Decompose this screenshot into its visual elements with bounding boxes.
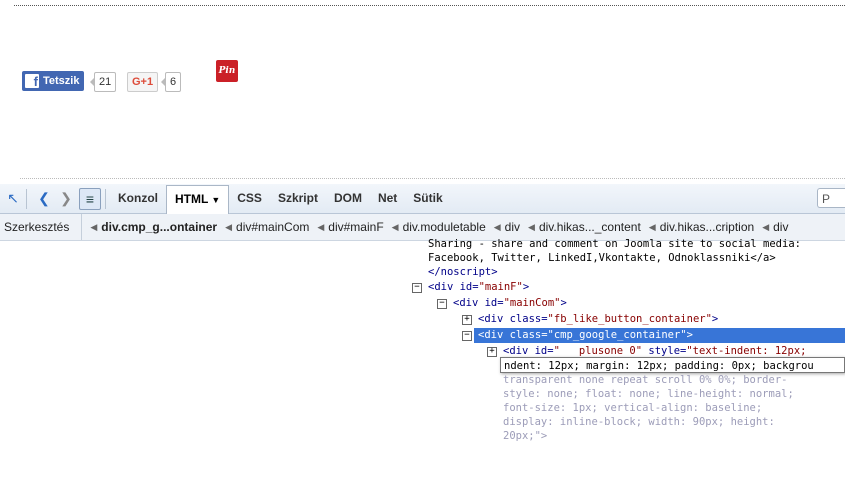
tab-dom[interactable]: DOM: [326, 185, 370, 212]
breadcrumb-item-current[interactable]: div.cmp_g...ontainer: [101, 214, 217, 240]
tab-html[interactable]: HTML ▼: [166, 184, 230, 214]
attr-name: class=: [509, 313, 548, 325]
facebook-like-label: Tetszik: [43, 75, 80, 87]
tag-close: >: [522, 281, 530, 293]
edit-button[interactable]: Szerkesztés: [0, 214, 83, 240]
chevron-down-icon: ▼: [211, 194, 221, 205]
search-icon: P: [822, 192, 831, 206]
expand-icon[interactable]: +: [487, 347, 497, 357]
attr-name: id=: [534, 345, 554, 357]
style-tooltip: ndent: 12px; margin: 12px; padding: 0px;…: [500, 357, 845, 373]
chevron-left-icon: ◀: [90, 221, 98, 232]
attr-value: "mainCom": [503, 297, 561, 309]
expand-icon[interactable]: +: [462, 315, 472, 325]
code-line: display: inline-block; width: 90px; heig…: [503, 416, 775, 428]
collapse-icon[interactable]: −: [437, 299, 447, 309]
pinterest-pin-button[interactable]: Pin it: [216, 60, 238, 82]
tab-html-label: HTML: [175, 191, 209, 206]
tab-script[interactable]: Szkript: [270, 185, 326, 212]
collapse-icon[interactable]: −: [462, 331, 472, 341]
chevron-left-icon: ◀: [225, 221, 233, 232]
page-text-cutoff: [20, 178, 845, 179]
code-line: style: none; float: none; line-height: n…: [503, 388, 794, 400]
inspect-icon[interactable]: ↖: [4, 190, 22, 208]
tab-net[interactable]: Net: [370, 185, 405, 212]
devtools-search-input[interactable]: P: [817, 188, 845, 208]
command-editor-icon[interactable]: ≡: [79, 187, 101, 210]
tab-css[interactable]: CSS: [229, 185, 270, 212]
attr-value: "mainF": [478, 281, 523, 293]
tab-console[interactable]: Konzol: [110, 185, 166, 212]
html-tree-panel: Sharing - share and comment on Joomla si…: [0, 238, 845, 479]
attr-value: "text-indent: 12px;: [686, 345, 807, 357]
node-mainCom[interactable]: <div id="mainCom">: [453, 296, 567, 310]
chevron-left-icon: ◀: [648, 221, 656, 232]
node-cmp-google-container: <div class="cmp_google_container">: [478, 329, 693, 341]
toolbar-separator: [105, 188, 106, 209]
attr-name: style=: [642, 345, 687, 357]
tag-open: <div: [503, 345, 535, 357]
tag-close: >: [711, 313, 719, 325]
tag-open: <div: [428, 281, 460, 293]
tab-cookies[interactable]: Sütik: [405, 185, 450, 212]
node-fb-like-container[interactable]: <div class="fb_like_button_container">: [478, 312, 718, 326]
attr-value: "fb_like_button_container": [547, 313, 712, 325]
google-plus-count: 6: [160, 72, 182, 92]
code-line: font-size: 1px; vertical-align: baseline…: [503, 402, 763, 414]
chevron-left-icon: ◀: [317, 221, 325, 232]
selected-node-row[interactable]: <div class="cmp_google_container">: [474, 328, 845, 343]
node-plusone[interactable]: <div id=" plusone 0" style="text-indent:…: [503, 344, 806, 358]
attr-name: id=: [484, 297, 504, 309]
code-line: 20px;">: [503, 430, 548, 442]
code-line: </noscript>: [428, 266, 498, 278]
forward-arrow-icon[interactable]: ❯: [57, 190, 75, 208]
node-mainF[interactable]: <div id="mainF">: [428, 280, 529, 294]
chevron-left-icon: ◀: [391, 221, 399, 232]
tag-open: <div: [478, 313, 510, 325]
chevron-left-icon: ◀: [762, 221, 770, 232]
facebook-icon: f: [25, 74, 39, 88]
toolbar-separator: [26, 188, 27, 209]
chevron-left-icon: ◀: [528, 221, 535, 232]
facebook-like-count: 21: [89, 72, 117, 92]
page-divider: [14, 5, 845, 6]
chevron-left-icon: ◀: [493, 221, 501, 232]
breadcrumb-item[interactable]: div#mainF: [328, 214, 383, 240]
code-line: Facebook, Twitter, LinkedI,Vkontakte, Od…: [428, 252, 776, 264]
back-arrow-icon[interactable]: ❮: [35, 190, 53, 208]
tag-close: >: [560, 297, 567, 309]
facebook-like-button[interactable]: f Tetszik: [22, 71, 85, 91]
devtools-toolbar: ↖ ❮ ❯ ≡ Konzol HTML ▼ CSS Szkript DOM Net…: [0, 184, 845, 214]
tag-open: <div: [453, 297, 485, 309]
breadcrumb-item[interactable]: div#mainCom: [236, 214, 309, 240]
code-line: Sharing - share and comment on Joomla si…: [428, 238, 801, 250]
code-line: transparent none repeat scroll 0% 0%; bo…: [503, 374, 788, 386]
attr-value: " plusone 0": [553, 345, 643, 357]
attr-name: id=: [459, 281, 479, 293]
google-plus-button[interactable]: G+1: [127, 72, 159, 92]
collapse-icon[interactable]: −: [412, 283, 422, 293]
